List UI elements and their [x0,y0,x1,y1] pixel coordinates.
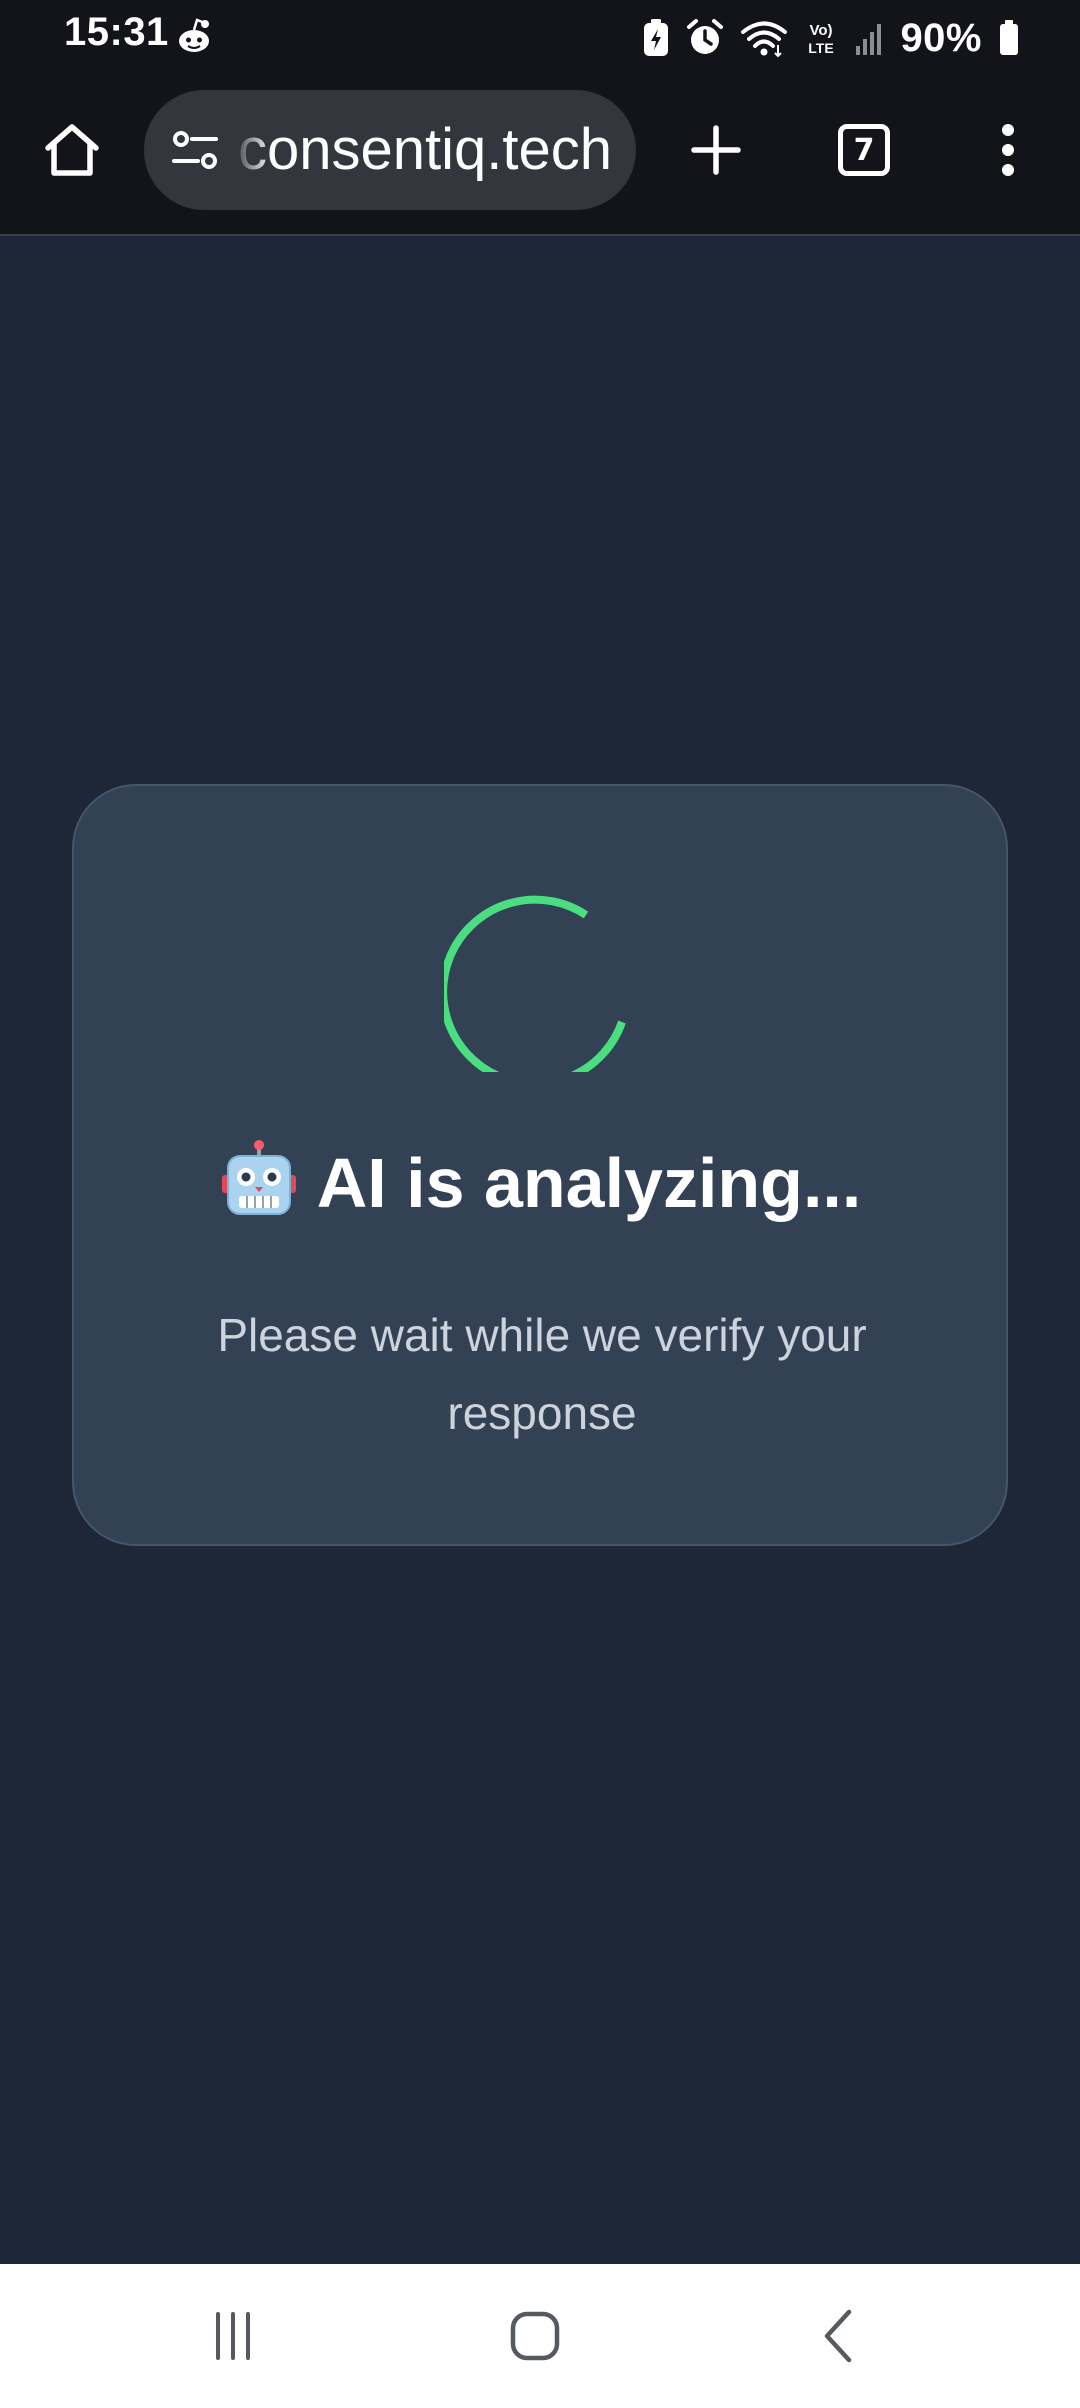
battery-icon [1000,20,1018,55]
home-nav-icon [510,2311,560,2361]
recents-icon [216,2312,250,2360]
url-fade [232,90,272,210]
back-icon [824,2309,852,2363]
wifi-icon [741,21,788,58]
svg-text:Vo): Vo) [810,22,833,39]
loading-card: AI is analyzing... Please wait while we … [72,784,1008,1546]
navigation-bar [0,2264,1080,2408]
more-vert-icon [1002,124,1014,176]
loading-spinner [444,895,626,1072]
url-text[interactable]: consentiq.tech [238,90,628,210]
card-subtitle: Please wait while we verify your respons… [217,1309,867,1439]
reddit-icon [179,18,209,52]
recents-button[interactable] [178,2284,288,2388]
battery-percent: 90% [900,15,982,60]
card-title-text: AI is analyzing... [316,1144,862,1222]
new-tab-button[interactable] [680,114,752,186]
card-title: AI is analyzing... [74,1138,1006,1228]
status-icons: Vo) LTE 90% [642,10,1020,66]
back-button[interactable] [784,2284,894,2388]
plus-icon [691,125,741,175]
battery-saver-icon [644,19,669,56]
status-bar: 15:31 Vo) LTE 90% [0,0,1080,78]
robot-face-icon [221,1140,296,1215]
home-icon [45,124,99,176]
svg-text:LTE: LTE [809,40,834,56]
home-nav-button[interactable] [480,2284,590,2388]
signal-icon [856,24,882,55]
browser-toolbar: consentiq.tech 7 [0,78,1080,236]
home-button[interactable] [36,114,108,186]
tab-switcher-button[interactable]: 7 [830,116,898,184]
tabs-icon: 7 [838,124,890,176]
alarm-icon [687,19,724,54]
more-menu-button[interactable] [980,114,1036,186]
volte-icon: Vo) LTE [809,22,834,56]
site-settings-icon[interactable] [170,126,220,176]
status-time: 15:31 [64,10,169,54]
address-bar[interactable]: consentiq.tech [144,90,636,210]
web-page: AI is analyzing... Please wait while we … [0,236,1080,2264]
